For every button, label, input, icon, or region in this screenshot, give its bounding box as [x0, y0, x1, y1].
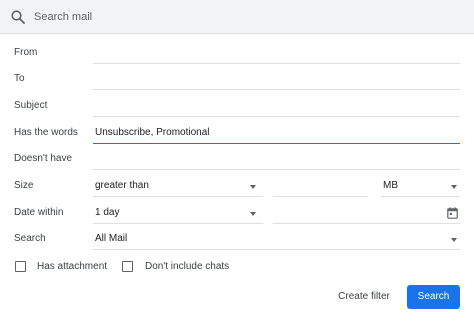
advanced-search-panel: From To Subject Has the words Unsubscrib… — [0, 0, 474, 322]
size-unit-value: MB — [383, 180, 398, 191]
from-label: From — [14, 47, 38, 58]
date-range-value: 1 day — [95, 207, 120, 218]
search-input[interactable] — [34, 8, 454, 26]
has-words-field[interactable]: Unsubscribe, Promotional — [93, 123, 460, 144]
row-from: From — [0, 41, 474, 67]
search-button[interactable]: Search — [407, 285, 460, 309]
from-field[interactable] — [93, 43, 460, 64]
has-words-label: Has the words — [14, 127, 78, 138]
has-attachment-label: Has attachment — [37, 261, 108, 272]
create-filter-button[interactable]: Create filter — [326, 286, 402, 308]
row-to: To — [0, 67, 474, 93]
caret-down-icon — [451, 238, 457, 242]
size-operator-select[interactable]: greater than — [93, 176, 263, 197]
date-within-label: Date within — [14, 207, 64, 218]
doesnt-have-field[interactable] — [93, 149, 460, 170]
subject-label: Subject — [14, 100, 48, 111]
row-size: Size greater than MB — [0, 174, 474, 200]
search-icon[interactable] — [10, 9, 26, 25]
row-has-words: Has the words Unsubscribe, Promotional — [0, 121, 474, 147]
caret-down-icon — [451, 185, 457, 189]
to-label: To — [14, 73, 25, 84]
search-in-label: Search — [14, 233, 46, 244]
calendar-icon[interactable] — [447, 206, 458, 219]
size-unit-select[interactable]: MB — [381, 176, 460, 197]
size-amount-field[interactable] — [273, 176, 368, 197]
dont-include-chats-checkbox[interactable] — [122, 261, 133, 272]
caret-down-icon — [250, 212, 256, 216]
search-bar — [0, 0, 474, 34]
search-in-select[interactable]: All Mail — [93, 229, 460, 250]
row-doesnt-have: Doesn't have — [0, 147, 474, 173]
size-label: Size — [14, 180, 34, 191]
has-words-value: Unsubscribe, Promotional — [95, 127, 210, 138]
has-attachment-checkbox[interactable] — [15, 261, 26, 272]
size-operator-value: greater than — [95, 180, 149, 191]
row-search-in: Search All Mail — [0, 227, 474, 253]
date-field[interactable] — [273, 203, 460, 224]
row-subject: Subject — [0, 94, 474, 120]
subject-field[interactable] — [93, 96, 460, 117]
search-in-value: All Mail — [95, 233, 128, 244]
to-field[interactable] — [93, 69, 460, 90]
dont-include-chats-label: Don't include chats — [145, 261, 230, 272]
date-range-select[interactable]: 1 day — [93, 203, 263, 224]
doesnt-have-label: Doesn't have — [14, 153, 73, 164]
row-date-within: Date within 1 day — [0, 201, 474, 227]
caret-down-icon — [250, 185, 256, 189]
